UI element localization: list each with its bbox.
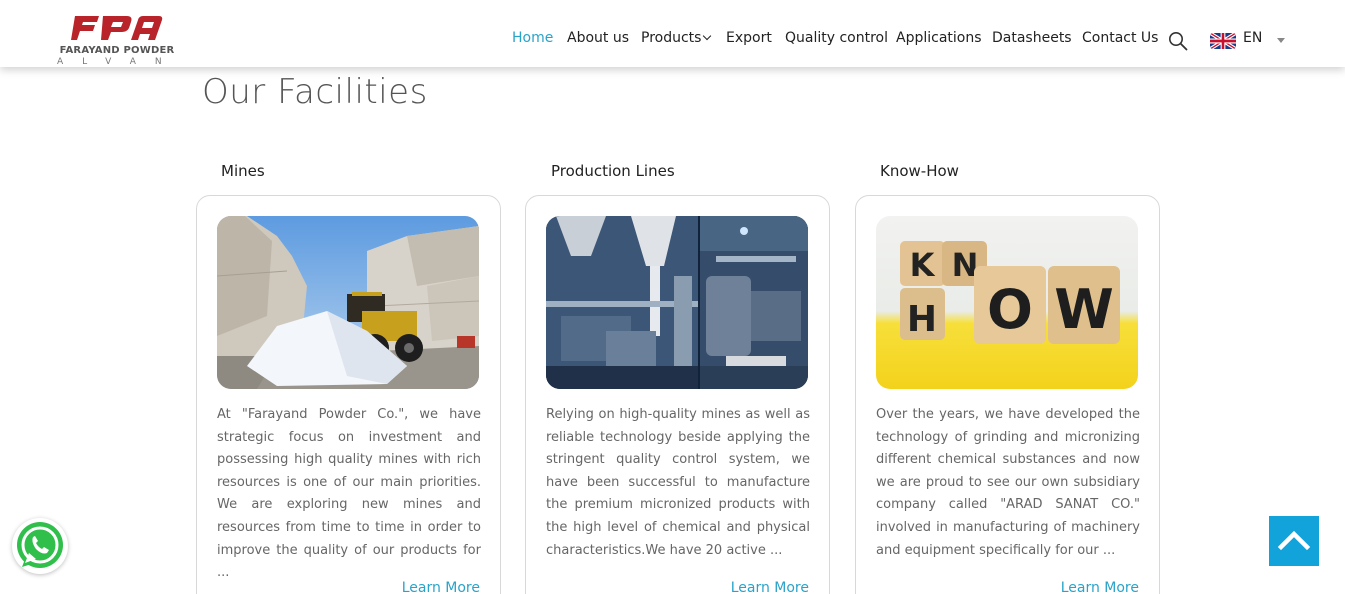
facility-card-production-lines: Relying on high-quality mines as well as… (525, 195, 830, 594)
block-letter-h: H (907, 299, 937, 340)
nav-quality-control[interactable]: Quality control (785, 30, 888, 46)
company-logo[interactable]: FARAYAND POWDER ALVAN (55, 12, 179, 68)
nav-products-label: Products (641, 30, 702, 46)
block-letter-o: O (987, 278, 1033, 341)
chevron-down-icon (703, 31, 712, 41)
learn-more-link-production-lines[interactable]: Learn More (731, 580, 809, 594)
section-title: Our Facilities (202, 72, 428, 112)
nav-datasheets[interactable]: Datasheets (992, 30, 1072, 46)
card-title-production-lines: Production Lines (551, 162, 675, 180)
card-description-production-lines: Relying on high-quality mines as well as… (546, 407, 810, 558)
nav-applications[interactable]: Applications (896, 30, 982, 46)
scroll-to-top-button[interactable] (1269, 516, 1319, 566)
block-letter-w: W (1054, 278, 1114, 341)
whatsapp-button[interactable] (12, 518, 68, 574)
learn-more-link-mines[interactable]: Learn More (402, 580, 480, 594)
know-how-blocks-photo: K N H O W (876, 216, 1138, 389)
nav-products[interactable]: Products (641, 30, 712, 46)
nav-home[interactable]: Home (512, 30, 553, 46)
search-icon[interactable] (1168, 31, 1188, 51)
card-title-know-how: Know-How (880, 162, 959, 180)
nav-export[interactable]: Export (726, 30, 772, 46)
language-selector[interactable]: EN (1210, 30, 1290, 52)
chevron-up-icon (1277, 530, 1311, 551)
facility-card-mines: At "Farayand Powder Co.", we have strate… (196, 195, 501, 594)
block-letter-k: K (910, 246, 936, 284)
facility-card-know-how: K N H O W Over the years, we have develo… (855, 195, 1160, 594)
fpa-logo-mark (71, 16, 163, 40)
marble-quarry-photo (217, 216, 479, 389)
card-description-know-how: Over the years, we have developed the te… (876, 407, 1140, 558)
card-description-mines: At "Farayand Powder Co.", we have strate… (217, 407, 481, 581)
caret-down-icon (1277, 38, 1285, 43)
uk-flag-icon (1210, 33, 1236, 49)
nav-contact-us[interactable]: Contact Us (1082, 30, 1158, 46)
logo-company-name: FARAYAND POWDER (59, 45, 175, 56)
production-line-photo (546, 216, 808, 389)
whatsapp-icon (17, 522, 63, 568)
card-title-mines: Mines (221, 162, 265, 180)
site-header: FARAYAND POWDER ALVAN Home About us Prod… (0, 0, 1345, 67)
language-code: EN (1243, 30, 1263, 46)
learn-more-link-know-how[interactable]: Learn More (1061, 580, 1139, 594)
logo-subtitle: ALVAN (57, 57, 181, 67)
nav-about-us[interactable]: About us (567, 30, 629, 46)
